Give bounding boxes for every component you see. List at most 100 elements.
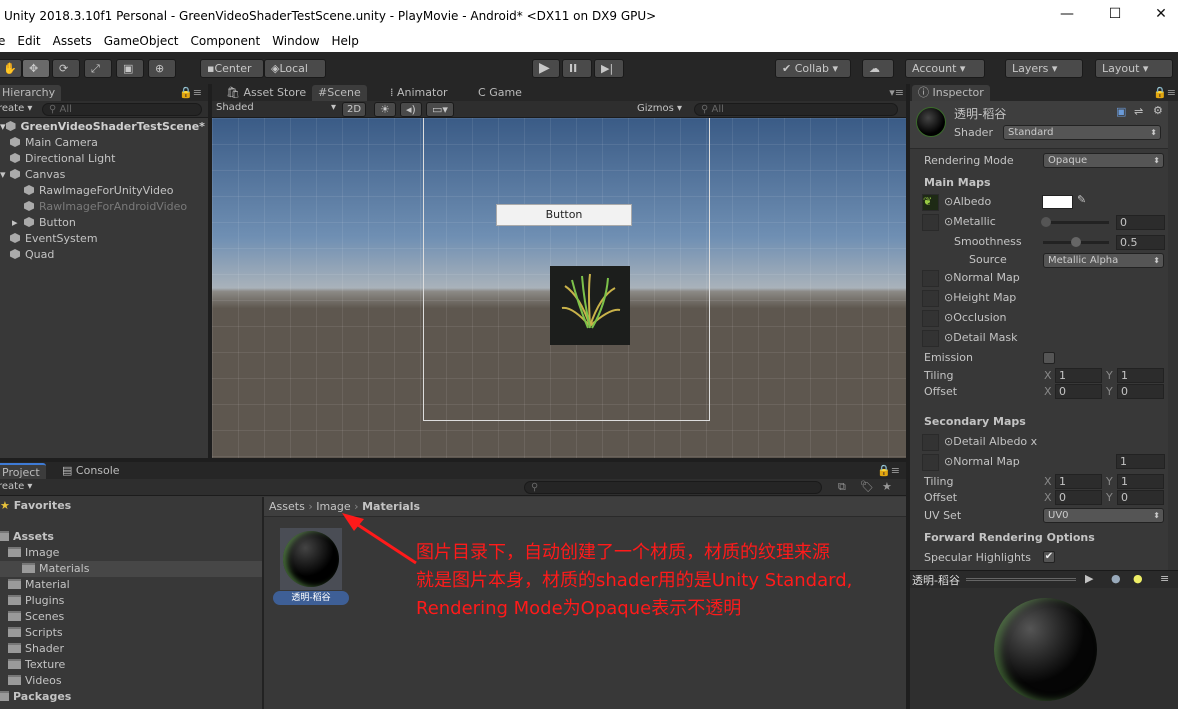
scale-tool-icon[interactable]: ⤢ bbox=[84, 59, 112, 78]
tab-scene[interactable]: #Scene bbox=[312, 85, 367, 101]
rendering-mode-dropdown[interactable]: Opaque bbox=[1043, 153, 1164, 168]
play-button[interactable]: ▶ bbox=[532, 59, 560, 78]
hierarchy-item[interactable]: RawImageForUnityVideo bbox=[0, 183, 208, 199]
specular-highlights-checkbox[interactable]: ✔ bbox=[1043, 551, 1055, 563]
hierarchy-search[interactable]: ⚲ All bbox=[42, 103, 202, 116]
gear-icon[interactable]: ⚙ bbox=[1153, 104, 1163, 117]
occlusion-slot[interactable] bbox=[922, 310, 939, 327]
pivot-center-button[interactable]: ▪Center bbox=[200, 59, 264, 78]
assets-item[interactable]: Assets bbox=[0, 529, 262, 545]
project-folder-item[interactable]: Image bbox=[0, 545, 262, 561]
project-folder-item[interactable]: Materials bbox=[0, 561, 262, 577]
project-folder-item[interactable]: Texture bbox=[0, 657, 262, 673]
menu-file[interactable]: e bbox=[0, 34, 5, 52]
menu-assets[interactable]: Assets bbox=[53, 34, 92, 52]
layers-dropdown[interactable]: Layers ▾ bbox=[1005, 59, 1083, 78]
metallic-texture-slot[interactable] bbox=[922, 214, 939, 231]
scene-search[interactable]: ⚲ All bbox=[694, 103, 898, 116]
offset-x-field[interactable]: 0 bbox=[1055, 384, 1102, 399]
rect-tool-icon[interactable]: ▣ bbox=[116, 59, 144, 78]
normal-map-slot[interactable] bbox=[922, 270, 939, 287]
menu-edit[interactable]: Edit bbox=[17, 34, 40, 52]
albedo-color-swatch[interactable] bbox=[1042, 195, 1073, 209]
preview-drag-handle[interactable] bbox=[966, 578, 1076, 581]
toggle-2d[interactable]: 2D bbox=[342, 102, 367, 117]
project-folder-item[interactable]: Videos bbox=[0, 673, 262, 689]
favorites-item[interactable]: ★ Favorites bbox=[0, 498, 262, 514]
lock-icon[interactable]: 🔒≡ bbox=[179, 86, 202, 99]
offset2-y-field[interactable]: 0 bbox=[1117, 490, 1164, 505]
hierarchy-item[interactable]: ▾ Canvas bbox=[0, 167, 208, 183]
hierarchy-item[interactable]: RawImageForAndroidVideo bbox=[0, 199, 208, 215]
hierarchy-item[interactable]: Main Camera bbox=[0, 135, 208, 151]
tab-inspector[interactable]: ⓘ Inspector bbox=[912, 85, 990, 101]
preview-play-icon[interactable]: ▶ bbox=[1085, 572, 1093, 585]
preview-sphere-icon[interactable]: ● bbox=[1111, 572, 1121, 585]
effects-toggle-icon[interactable]: ▭▾ bbox=[426, 102, 454, 117]
hierarchy-item[interactable]: Directional Light bbox=[0, 151, 208, 167]
menu-gameobject[interactable]: GameObject bbox=[104, 34, 179, 52]
scene-root[interactable]: ▾ GreenVideoShaderTestScene* bbox=[0, 119, 208, 135]
tab-asset-store[interactable]: 🛍 Asset Store bbox=[220, 85, 312, 101]
pivot-local-button[interactable]: ◈Local bbox=[264, 59, 326, 78]
tiling2-y-field[interactable]: 1 bbox=[1117, 474, 1164, 489]
create-dropdown[interactable]: reate ▾ bbox=[0, 103, 32, 114]
scene-ui-button[interactable]: Button bbox=[496, 204, 632, 226]
packages-item[interactable]: Packages bbox=[0, 689, 262, 705]
offset-y-field[interactable]: 0 bbox=[1117, 384, 1164, 399]
breadcrumb-assets[interactable]: Assets bbox=[269, 500, 305, 513]
preview-light-icon[interactable]: ● bbox=[1133, 572, 1143, 585]
source-dropdown[interactable]: Metallic Alpha bbox=[1043, 253, 1164, 268]
albedo-texture-slot[interactable]: ❦ bbox=[922, 194, 939, 211]
metallic-slider[interactable] bbox=[1041, 217, 1109, 227]
move-tool-icon[interactable]: ✥ bbox=[22, 59, 50, 78]
asset-name-label[interactable]: 透明-稻谷 bbox=[273, 591, 349, 605]
step-button[interactable]: ▶| bbox=[594, 59, 624, 78]
uv-set-dropdown[interactable]: UV0 bbox=[1043, 508, 1164, 523]
menu-window[interactable]: Window bbox=[272, 34, 319, 52]
lighting-toggle-icon[interactable]: ☀ bbox=[374, 102, 396, 117]
filter-type-icon[interactable]: ⧉ bbox=[838, 480, 846, 494]
panel-menu-icon[interactable]: ▾≡ bbox=[889, 86, 904, 99]
tab-hierarchy[interactable]: Hierarchy bbox=[0, 85, 62, 101]
transform-tool-icon[interactable]: ⊕ bbox=[148, 59, 176, 78]
smoothness-field[interactable]: 0.5 bbox=[1116, 235, 1165, 250]
tab-project[interactable]: Project bbox=[0, 463, 46, 479]
project-folder-item[interactable]: Scripts bbox=[0, 625, 262, 641]
hierarchy-item[interactable]: EventSystem bbox=[0, 231, 208, 247]
tiling-x-field[interactable]: 1 bbox=[1055, 368, 1102, 383]
hand-tool-icon[interactable]: ✋ bbox=[0, 59, 22, 78]
menu-component[interactable]: Component bbox=[191, 34, 261, 52]
shading-dropdown[interactable]: Shaded ▾ bbox=[216, 102, 336, 113]
preview-menu-icon[interactable]: ≡ bbox=[1160, 572, 1169, 585]
audio-toggle-icon[interactable]: ◂) bbox=[400, 102, 422, 117]
eyedropper-icon[interactable]: ✎ bbox=[1077, 193, 1086, 206]
detail-mask-slot[interactable] bbox=[922, 330, 939, 347]
tab-game[interactable]: C Game bbox=[472, 85, 528, 101]
collab-button[interactable]: ✔ Collab ▾ bbox=[775, 59, 851, 78]
project-folder-item[interactable]: Scenes bbox=[0, 609, 262, 625]
lock-icon[interactable]: 🔒≡ bbox=[877, 464, 900, 477]
filter-label-icon[interactable]: 🏷 bbox=[860, 480, 874, 493]
hierarchy-item[interactable]: Quad bbox=[0, 247, 208, 263]
material-preview[interactable] bbox=[910, 588, 1178, 709]
close-button[interactable]: ✕ bbox=[1146, 6, 1176, 22]
hierarchy-item[interactable]: ▸ Button bbox=[0, 215, 208, 231]
tab-animator[interactable]: ⁞ Animator bbox=[384, 85, 454, 101]
create-dropdown[interactable]: reate ▾ bbox=[0, 481, 32, 492]
detail-albedo-slot[interactable] bbox=[922, 434, 939, 451]
shader-dropdown[interactable]: Standard bbox=[1003, 125, 1161, 140]
rotate-tool-icon[interactable]: ⟳ bbox=[52, 59, 80, 78]
maximize-button[interactable]: ☐ bbox=[1100, 6, 1130, 22]
metallic-field[interactable]: 0 bbox=[1116, 215, 1165, 230]
pause-button[interactable]: II bbox=[562, 59, 592, 78]
secondary-normal-map-slot[interactable] bbox=[922, 454, 939, 471]
layout-dropdown[interactable]: Layout ▾ bbox=[1095, 59, 1173, 78]
account-button[interactable]: Account ▾ bbox=[905, 59, 985, 78]
help-icon[interactable]: ▣ bbox=[1116, 105, 1126, 118]
tab-console[interactable]: ▤ Console bbox=[56, 463, 126, 479]
favorite-star-icon[interactable]: ★ bbox=[882, 480, 892, 493]
project-folder-item[interactable]: Plugins bbox=[0, 593, 262, 609]
presets-icon[interactable]: ⇌ bbox=[1134, 105, 1143, 118]
offset2-x-field[interactable]: 0 bbox=[1055, 490, 1102, 505]
